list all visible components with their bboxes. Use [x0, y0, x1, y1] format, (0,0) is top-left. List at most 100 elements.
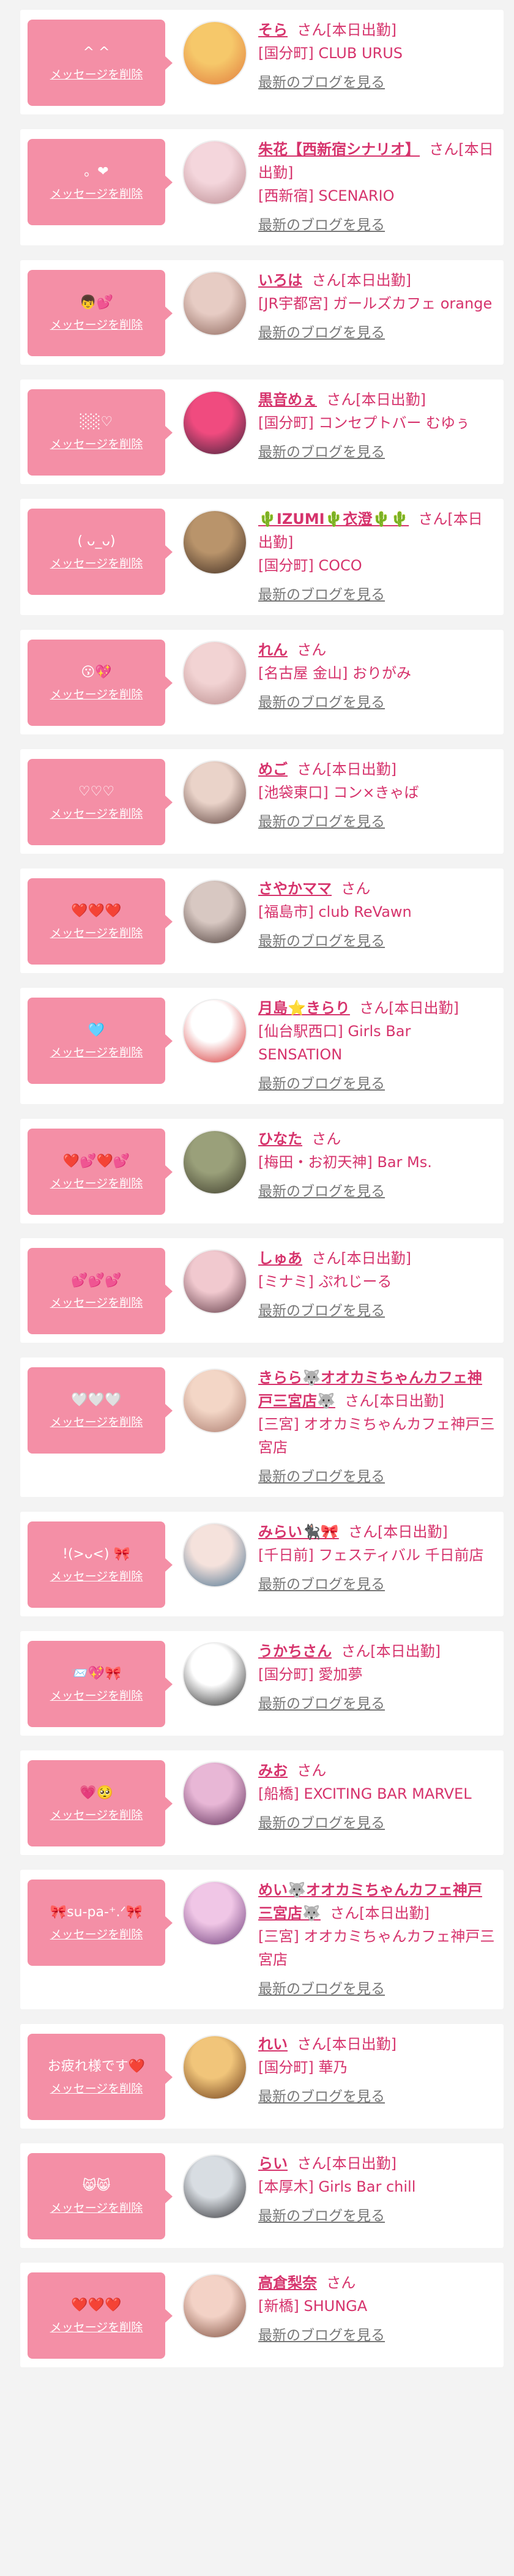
latest-blog-link[interactable]: 最新のブログを見る: [258, 583, 385, 607]
avatar[interactable]: [184, 1643, 246, 1706]
latest-blog-link[interactable]: 最新のブログを見る: [258, 321, 385, 345]
cast-info: いろは さん[本日出勤] [JR宇都宮] ガールズカフェ orange 最新のブ…: [258, 269, 495, 345]
avatar[interactable]: [184, 1131, 246, 1193]
message-card: 👦💕 メッセージを削除 いろは さん[本日出勤] [JR宇都宮] ガールズカフェ…: [20, 260, 504, 365]
delete-message-link[interactable]: メッセージを削除: [50, 2081, 143, 2097]
avatar[interactable]: [184, 272, 246, 335]
latest-blog-link[interactable]: 最新のブログを見る: [258, 1573, 385, 1596]
cast-status: さん: [297, 641, 327, 659]
cast-name-link[interactable]: みらい🐈‍⬛🎀: [258, 1523, 339, 1540]
message-card: ❤️💕❤️💕 メッセージを削除 ひなた さん [梅田・お初天神] Bar Ms.…: [20, 1119, 504, 1223]
avatar[interactable]: [184, 761, 246, 824]
avatar[interactable]: [184, 2275, 246, 2337]
cast-name-link[interactable]: ひなた: [258, 1130, 302, 1148]
latest-blog-link[interactable]: 最新のブログを見る: [258, 71, 385, 94]
latest-blog-link[interactable]: 最新のブログを見る: [258, 2085, 385, 2108]
message-card: ^ ^ メッセージを削除 そら さん[本日出勤] [国分町] CLUB URUS…: [20, 10, 504, 114]
message-card: ░░♡ メッセージを削除 黒音めぇ さん[本日出勤] [国分町] コンセプトバー…: [20, 379, 504, 484]
latest-blog-link[interactable]: 最新のブログを見る: [258, 1465, 385, 1488]
delete-message-link[interactable]: メッセージを削除: [50, 2200, 143, 2216]
cast-name-link[interactable]: うかちさん: [258, 1643, 332, 1660]
message-text: ♡♡♡: [78, 783, 115, 799]
avatar[interactable]: [184, 392, 246, 454]
latest-blog-link[interactable]: 最新のブログを見る: [258, 441, 385, 464]
delete-message-link[interactable]: メッセージを削除: [50, 317, 143, 333]
shop-label: [福島市] club ReVawn: [258, 903, 412, 920]
cast-name-link[interactable]: めご: [258, 761, 288, 778]
message-card: 📨💖🎀 メッセージを削除 うかちさん さん[本日出勤] [国分町] 愛加夢 最新…: [20, 1631, 504, 1736]
avatar[interactable]: [184, 1763, 246, 1825]
delete-message-link[interactable]: メッセージを削除: [50, 186, 143, 202]
latest-blog-link[interactable]: 最新のブログを見る: [258, 691, 385, 714]
delete-message-link[interactable]: メッセージを削除: [50, 1295, 143, 1311]
avatar[interactable]: [184, 1000, 246, 1062]
avatar[interactable]: [184, 1882, 246, 1944]
cast-name-link[interactable]: しゅあ: [258, 1250, 302, 1267]
message-bubble: お疲れ様です❤️ メッセージを削除: [28, 2034, 173, 2120]
message-card: 😗💖 メッセージを削除 れん さん [名古屋 金山] おりがみ 最新のブログを見…: [20, 630, 504, 734]
cast-info: しゅあ さん[本日出勤] [ミナミ] ぷれじーる 最新のブログを見る: [258, 1247, 495, 1323]
delete-message-link[interactable]: メッセージを削除: [50, 1414, 143, 1430]
shop-label: [国分町] COCO: [258, 557, 362, 574]
latest-blog-link[interactable]: 最新のブログを見る: [258, 2324, 385, 2347]
cast-name-link[interactable]: 朱花【西新宿シナリオ】: [258, 141, 420, 158]
shop-label: [名古屋 金山] おりがみ: [258, 665, 411, 682]
delete-message-link[interactable]: メッセージを削除: [50, 67, 143, 83]
delete-message-link[interactable]: メッセージを削除: [50, 2320, 143, 2335]
avatar[interactable]: [184, 22, 246, 84]
delete-message-link[interactable]: メッセージを削除: [50, 436, 143, 452]
delete-message-link[interactable]: メッセージを削除: [50, 1176, 143, 1192]
latest-blog-link[interactable]: 最新のブログを見る: [258, 2205, 385, 2228]
cast-status: さん[本日出勤]: [297, 21, 397, 39]
delete-message-link[interactable]: メッセージを削除: [50, 806, 143, 822]
message-card: 😸😸 メッセージを削除 らい さん[本日出勤] [本厚木] Girls Bar …: [20, 2143, 504, 2248]
latest-blog-link[interactable]: 最新のブログを見る: [258, 1299, 385, 1323]
message-bubble: 🎀su-pa-⁺.ᐟ🎀 メッセージを削除: [28, 1880, 173, 1966]
shop-label: [船橋] EXCITING BAR MARVEL: [258, 1785, 472, 1802]
latest-blog-link[interactable]: 最新のブログを見る: [258, 1812, 385, 1835]
latest-blog-link[interactable]: 最新のブログを見る: [258, 1692, 385, 1715]
delete-message-link[interactable]: メッセージを削除: [50, 556, 143, 572]
cast-name-link[interactable]: 🌵IZUMI🌵衣澄🌵🌵: [258, 510, 409, 528]
message-text: !(>ᴗ<) 🎀: [62, 1546, 130, 1562]
avatar[interactable]: [184, 2156, 246, 2218]
cast-status: さん[本日出勤]: [341, 1643, 441, 1660]
delete-message-link[interactable]: メッセージを削除: [50, 1688, 143, 1704]
delete-message-link[interactable]: メッセージを削除: [50, 1927, 143, 1943]
delete-message-link[interactable]: メッセージを削除: [50, 925, 143, 941]
cast-name-link[interactable]: れい: [258, 2036, 288, 2053]
delete-message-link[interactable]: メッセージを削除: [50, 1045, 143, 1061]
avatar[interactable]: [184, 2036, 246, 2099]
cast-info: みらい🐈‍⬛🎀 さん[本日出勤] [千日前] フェスティバル 千日前店 最新のブ…: [258, 1520, 495, 1596]
cast-name-link[interactable]: そら: [258, 21, 288, 39]
cast-name-link[interactable]: みお: [258, 1762, 288, 1779]
cast-name-link[interactable]: いろは: [258, 272, 302, 289]
delete-message-link[interactable]: メッセージを削除: [50, 1807, 143, 1823]
cast-name-link[interactable]: らい: [258, 2155, 288, 2172]
cast-name-link[interactable]: 高倉梨奈: [258, 2274, 317, 2291]
avatar[interactable]: [184, 141, 246, 204]
latest-blog-link[interactable]: 最新のブログを見る: [258, 930, 385, 953]
latest-blog-link[interactable]: 最新のブログを見る: [258, 1180, 385, 1203]
avatar[interactable]: [184, 1524, 246, 1586]
cast-info: めい🐺オオカミちゃんカフェ神戸三宮店🐺 さん[本日出勤] [三宮] オオカミちゃ…: [258, 1878, 495, 2001]
delete-message-link[interactable]: メッセージを削除: [50, 687, 143, 703]
avatar[interactable]: [184, 881, 246, 943]
delete-message-link[interactable]: メッセージを削除: [50, 1569, 143, 1585]
cast-name-link[interactable]: 月島⭐きらり: [258, 999, 350, 1017]
cast-name-link[interactable]: れん: [258, 641, 288, 659]
avatar[interactable]: [184, 1250, 246, 1313]
latest-blog-link[interactable]: 最新のブログを見る: [258, 810, 385, 834]
latest-blog-link[interactable]: 最新のブログを見る: [258, 1977, 385, 2001]
message-bubble: ♡♡♡ メッセージを削除: [28, 759, 173, 845]
avatar[interactable]: [184, 1370, 246, 1432]
message-bubble: 😗💖 メッセージを削除: [28, 640, 173, 726]
message-text: お疲れ様です❤️: [47, 2058, 146, 2074]
latest-blog-link[interactable]: 最新のブログを見る: [258, 1072, 385, 1096]
cast-name-link[interactable]: 黒音めぇ: [258, 391, 317, 408]
avatar[interactable]: [184, 511, 246, 573]
latest-blog-link[interactable]: 最新のブログを見る: [258, 214, 385, 237]
cast-name-link[interactable]: さやかママ: [258, 880, 332, 897]
message-card: 🩵 メッセージを削除 月島⭐きらり さん[本日出勤] [仙台駅西口] Girls…: [20, 988, 504, 1104]
avatar[interactable]: [184, 642, 246, 704]
